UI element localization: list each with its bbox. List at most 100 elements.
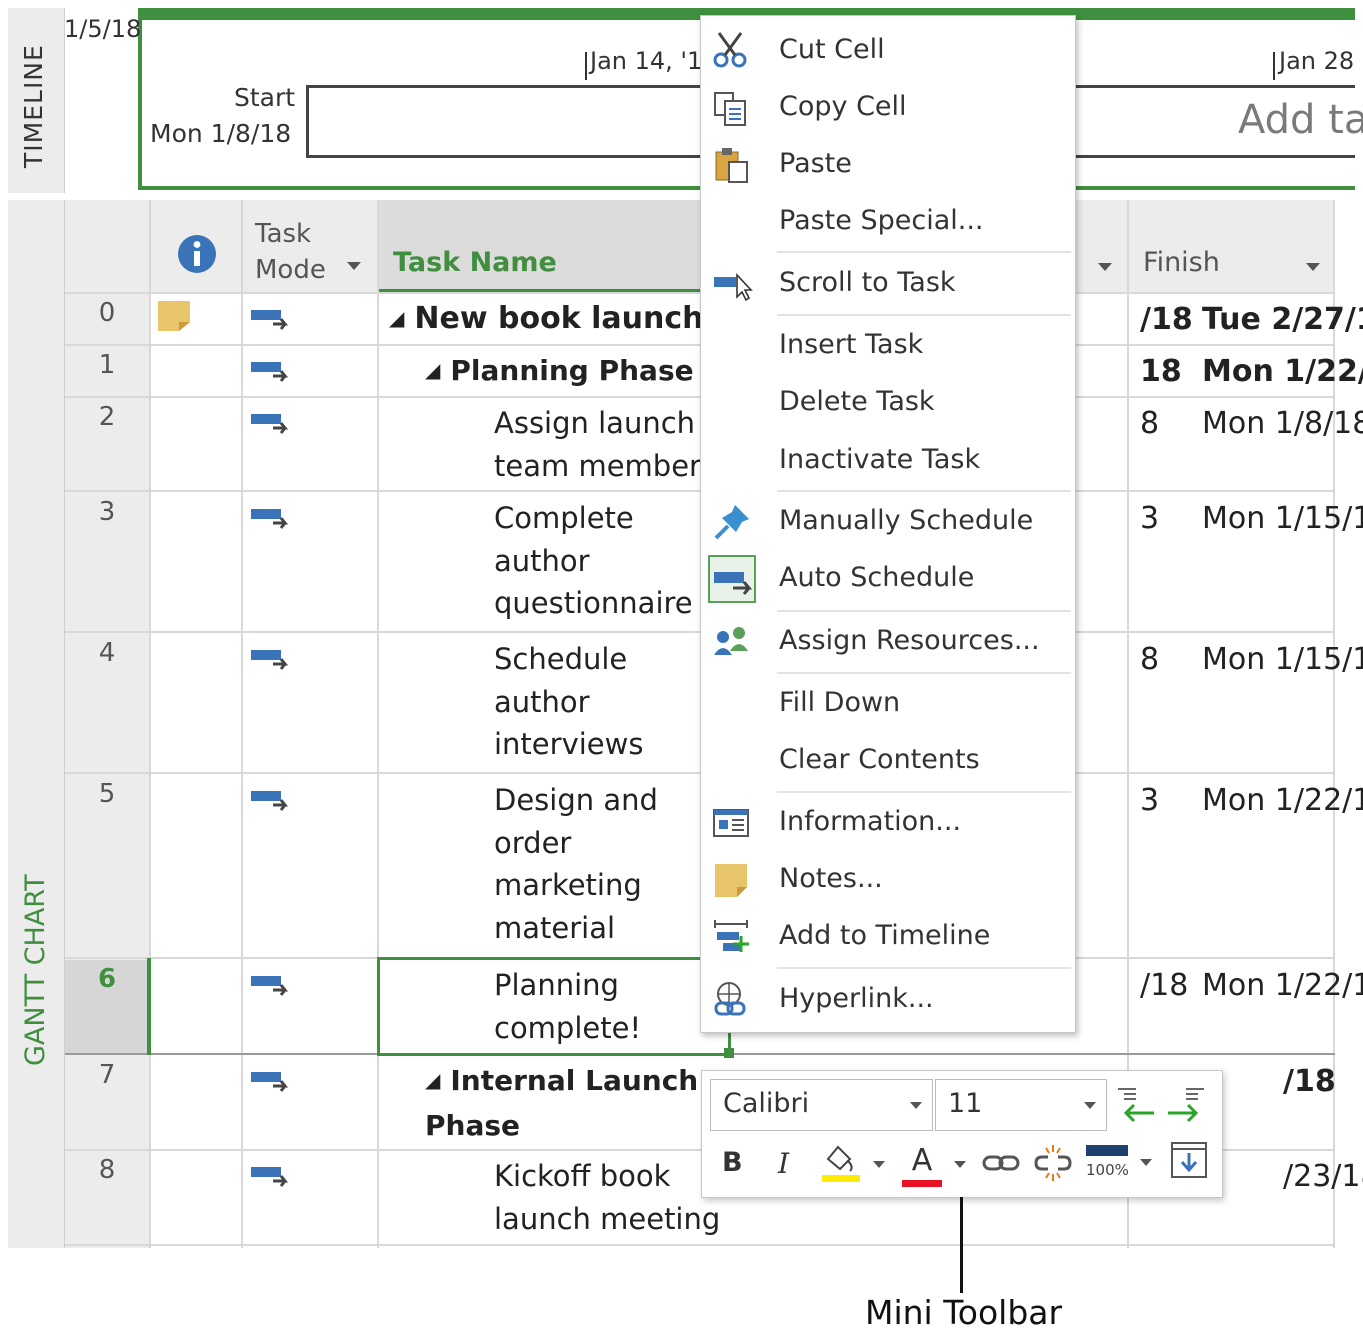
font-size-combo[interactable]: 11 [935,1079,1107,1131]
grid-vline [241,200,243,1248]
indent-icon[interactable] [1164,1083,1208,1127]
task-name[interactable]: Planning complete! [494,964,641,1049]
timeline-start-label: Start [234,83,296,112]
auto-scheduled-icon [251,650,289,670]
task-name[interactable]: Design and order marketing material [494,779,658,949]
start-date[interactable]: 3 [1140,783,1159,818]
font-name-value: Calibri [723,1088,810,1119]
start-header[interactable] [1075,200,1127,292]
select-all-cell[interactable] [65,200,149,292]
row-id[interactable]: 4 [65,638,149,668]
start-date[interactable]: 8 [1140,642,1159,677]
row-id[interactable]: 1 [65,350,149,380]
chevron-down-icon[interactable] [910,1102,922,1109]
task-name[interactable]: ◢ Internal Launch Phase [425,1060,698,1147]
collapse-triangle-icon[interactable]: ◢ [389,306,404,330]
row-id[interactable]: 5 [65,779,149,809]
auto-scheduled-icon [251,1072,289,1092]
start-date[interactable]: 3 [1140,501,1159,536]
task-name[interactable]: Kickoff book launch meeting [494,1155,720,1240]
menu-item-scroll-to-task[interactable]: Scroll to Task [701,255,1075,312]
finish-date[interactable]: Mon 1/15/18 [1202,501,1363,536]
menu-item-paste[interactable]: Paste [701,136,1075,193]
link-tasks-icon[interactable] [980,1141,1024,1185]
percent-complete-button[interactable]: 100% [1086,1143,1129,1179]
finish-date[interactable]: Mon 1/22/18 [1202,968,1363,1003]
task-name[interactable]: Complete author questionnaire [494,497,693,625]
finish-header[interactable]: Finish [1129,200,1335,292]
task-mode-header[interactable]: Task Mode [243,200,377,292]
indicators-header[interactable] [151,200,241,292]
font-size-value: 11 [948,1088,983,1119]
menu-item-copy-cell[interactable]: Copy Cell [701,79,1075,136]
task-name[interactable]: Assign launch team member [494,402,701,487]
collapse-triangle-icon[interactable]: ◢ [425,1068,440,1092]
menu-item-assign-resources[interactable]: Assign Resources... [701,613,1075,670]
font-name-combo[interactable]: Calibri [710,1079,933,1131]
task-name-header[interactable]: Task Name [379,200,701,292]
menu-item-notes[interactable]: Notes... [701,851,1075,908]
menu-item-insert-task[interactable]: Insert Task [701,317,1075,374]
finish-date[interactable]: /23/18 [1283,1159,1363,1194]
row-id[interactable]: 8 [65,1155,149,1185]
menu-item-auto-schedule[interactable]: Auto Schedule [701,550,1075,607]
chevron-down-icon[interactable] [1306,263,1320,271]
font-color-swatch [902,1180,942,1187]
finish-date[interactable]: Mon 1/8/18 [1202,406,1363,441]
timeline-tick [1273,52,1275,80]
timeline-first-date: 1/5/18 [64,15,142,43]
chevron-down-icon[interactable] [1140,1159,1152,1166]
highlight-fill-icon[interactable] [818,1141,862,1185]
task-name[interactable]: Schedule author interviews [494,638,643,766]
unlink-tasks-icon[interactable] [1032,1141,1076,1185]
auto-scheduled-icon [251,791,289,811]
font-color-button[interactable]: A [904,1143,940,1178]
menu-item-add-to-timeline[interactable]: Add to Timeline [701,908,1075,965]
chevron-down-icon[interactable] [1084,1102,1096,1109]
menu-item-hyperlink[interactable]: Hyperlink... [701,971,1075,1028]
menu-item-cut-cell[interactable]: Cut Cell [701,22,1075,79]
menu-item-inactivate-task[interactable]: Inactivate Task [701,432,1075,489]
menu-item-fill-down[interactable]: Fill Down [701,675,1075,732]
callout-label: Mini Toolbar [865,1293,1063,1330]
menu-separator [777,967,1071,969]
start-date[interactable]: /18 [1140,302,1193,337]
fill-handle[interactable] [724,1048,734,1058]
menu-separator [777,610,1071,612]
italic-button[interactable]: I [778,1147,789,1180]
menu-item-delete-task[interactable]: Delete Task [701,374,1075,431]
chevron-down-icon[interactable] [873,1161,885,1168]
auto-scheduled-icon [251,414,289,434]
bold-button[interactable]: B [722,1147,743,1178]
notes-icon [715,864,747,897]
start-date[interactable]: /18 [1140,968,1188,1003]
note-indicator-icon[interactable] [157,300,191,332]
finish-date[interactable]: Tue 2/27/18 [1202,302,1363,337]
row-id-selected[interactable]: 6 [65,964,149,994]
task-name[interactable]: ◢ Planning Phase [425,350,694,395]
mark-on-track-icon[interactable] [1168,1139,1212,1183]
finish-date[interactable]: Mon 1/15/18 [1202,642,1363,677]
row-id[interactable]: 3 [65,497,149,527]
start-date[interactable]: 8 [1140,406,1159,441]
menu-item-information[interactable]: Information... [701,794,1075,851]
row-id[interactable]: 2 [65,402,149,432]
menu-item-paste-special[interactable]: Paste Special... [701,193,1075,250]
chevron-down-icon[interactable] [347,262,361,270]
row-id[interactable]: 0 [65,298,149,328]
start-date[interactable]: 18 [1140,354,1182,389]
finish-date[interactable]: Mon 1/22/18 [1202,354,1363,389]
chevron-down-icon[interactable] [954,1161,966,1168]
scissors-icon [713,32,747,68]
menu-item-manually-schedule[interactable]: Manually Schedule [701,493,1075,550]
outdent-icon[interactable] [1114,1083,1158,1127]
finish-date[interactable]: /18 [1283,1064,1336,1099]
collapse-triangle-icon[interactable]: ◢ [425,358,440,382]
timeline-add-tasks-placeholder[interactable]: Add ta [1238,97,1363,143]
task-name-header-label: Task Name [393,247,557,278]
finish-date[interactable]: Mon 1/22/18 [1202,783,1363,818]
row-id[interactable]: 7 [65,1060,149,1090]
chevron-down-icon[interactable] [1098,263,1112,271]
menu-item-clear-contents[interactable]: Clear Contents [701,732,1075,789]
task-name[interactable]: ◢ New book launch [389,298,703,343]
